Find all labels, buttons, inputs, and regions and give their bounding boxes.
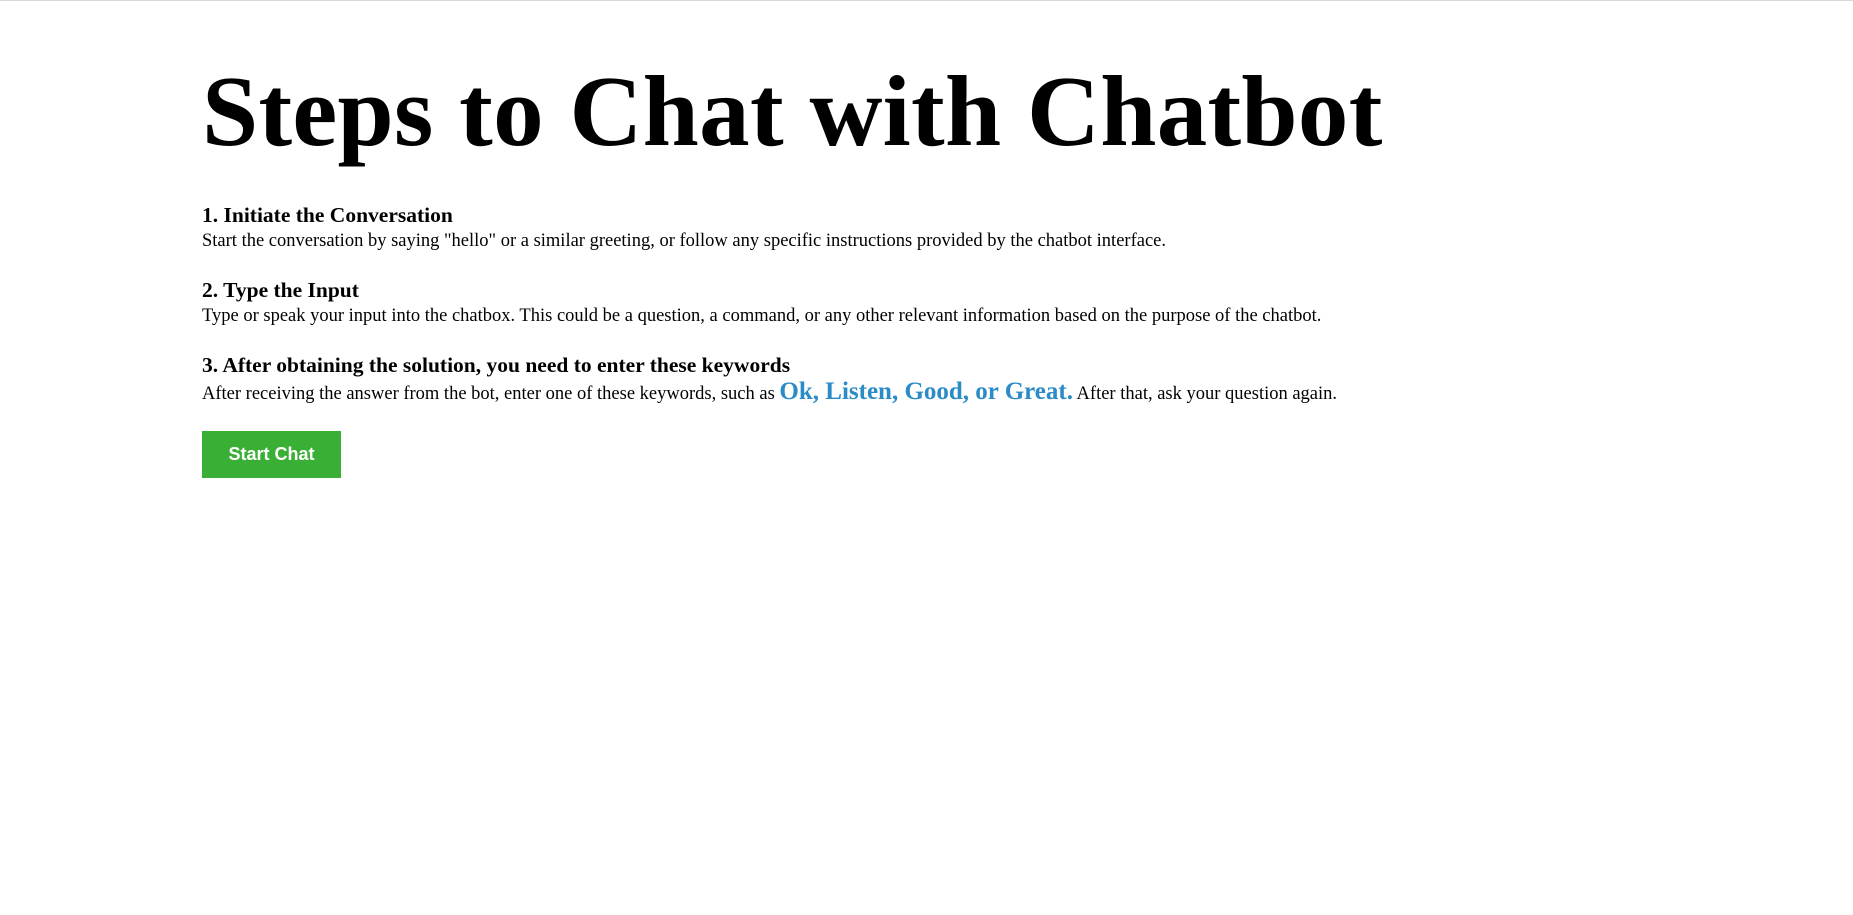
step-description: After receiving the answer from the bot,…	[202, 377, 1337, 409]
step-description: Type or speak your input into the chatbo…	[202, 306, 1322, 326]
keywords-highlight: Ok, Listen, Good, or Great.	[779, 378, 1073, 405]
step-description: Start the conversation by saying "hello"…	[202, 231, 1166, 251]
start-chat-button[interactable]: Start Chat	[202, 431, 341, 478]
step-heading: 2. Type the Input	[202, 278, 359, 302]
step-heading: 1. Initiate the Conversation	[202, 203, 453, 227]
page-title: Steps to Chat with Chatbot	[202, 55, 1383, 167]
step-type-input: 2. Type the Input Type or speak your inp…	[202, 277, 1321, 329]
step-initiate-conversation: 1. Initiate the Conversation Start the c…	[202, 202, 1166, 254]
step-text-after: After that, ask your question again.	[1072, 384, 1338, 404]
step-enter-keywords: 3. After obtaining the solution, you nee…	[202, 352, 1337, 409]
step-heading: 3. After obtaining the solution, you nee…	[202, 353, 791, 377]
step-text-before: After receiving the answer from the bot,…	[202, 384, 780, 404]
